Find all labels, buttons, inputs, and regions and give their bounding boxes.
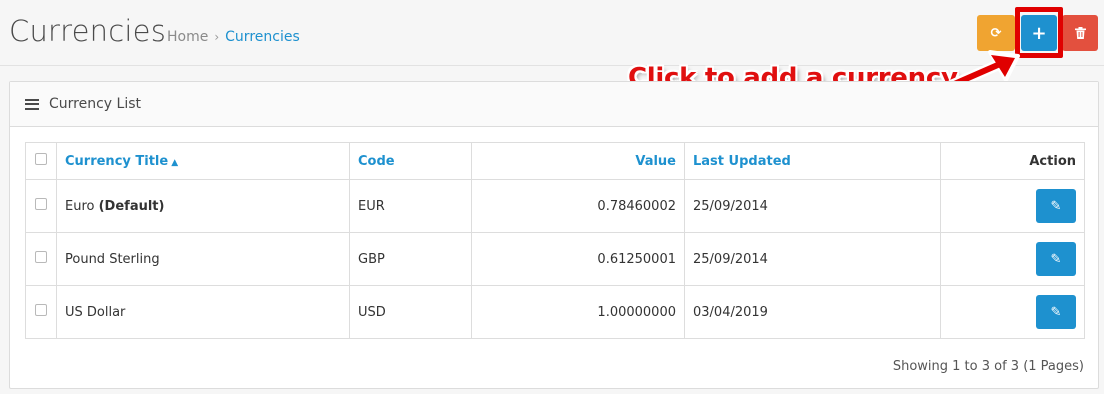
cell-title: Pound Sterling bbox=[56, 232, 350, 286]
select-all-checkbox[interactable] bbox=[35, 153, 47, 165]
currency-table: Currency Title ▲ Code Value Last Updated … bbox=[25, 142, 1085, 339]
highlight-box bbox=[1015, 7, 1063, 58]
header-title-label: Currency Title bbox=[65, 153, 169, 169]
currency-list-panel: Currency List Currency Title ▲ Code Value… bbox=[9, 81, 1099, 389]
table-row: Euro (Default) EUR 0.78460002 25/09/2014… bbox=[25, 179, 1085, 233]
cell-value: 0.78460002 bbox=[471, 179, 685, 233]
table-header-row: Currency Title ▲ Code Value Last Updated … bbox=[25, 142, 1085, 180]
pagination-results: Showing 1 to 3 of 3 (1 Pages) bbox=[892, 359, 1084, 374]
cell-last-updated: 25/09/2014 bbox=[684, 232, 941, 286]
breadcrumb-separator: › bbox=[214, 30, 220, 44]
edit-button[interactable]: ✎ bbox=[1036, 242, 1076, 276]
currency-title: Euro bbox=[65, 198, 95, 214]
cell-last-updated: 25/09/2014 bbox=[684, 179, 941, 233]
panel-heading: Currency List bbox=[10, 82, 1098, 127]
cell-title: Euro (Default) bbox=[56, 179, 350, 233]
breadcrumb-current[interactable]: Currencies bbox=[225, 29, 300, 45]
cell-code: EUR bbox=[349, 179, 472, 233]
cell-action: ✎ bbox=[940, 232, 1085, 286]
breadcrumb-home[interactable]: Home bbox=[167, 29, 208, 45]
cell-code: USD bbox=[349, 285, 472, 339]
edit-button[interactable]: ✎ bbox=[1036, 295, 1076, 329]
cell-title: US Dollar bbox=[56, 285, 350, 339]
pencil-icon: ✎ bbox=[1050, 304, 1062, 320]
cell-action: ✎ bbox=[940, 285, 1085, 339]
row-checkbox[interactable] bbox=[35, 198, 47, 210]
row-select-cell bbox=[25, 232, 57, 286]
cell-value: 1.00000000 bbox=[471, 285, 685, 339]
refresh-icon: ⟳ bbox=[990, 25, 1002, 41]
cell-action: ✎ bbox=[940, 179, 1085, 233]
page-header: Currencies Home › Currencies ⟳ + bbox=[0, 0, 1104, 66]
pencil-icon: ✎ bbox=[1050, 251, 1062, 267]
header-last-updated[interactable]: Last Updated bbox=[684, 142, 941, 180]
cell-value: 0.61250001 bbox=[471, 232, 685, 286]
row-checkbox[interactable] bbox=[35, 304, 47, 316]
row-select-cell bbox=[25, 179, 57, 233]
edit-button[interactable]: ✎ bbox=[1036, 189, 1076, 223]
currency-title: Pound Sterling bbox=[65, 251, 160, 267]
default-label: (Default) bbox=[98, 198, 165, 214]
row-select-cell bbox=[25, 285, 57, 339]
table-row: US Dollar USD 1.00000000 03/04/2019 ✎ bbox=[25, 285, 1085, 339]
breadcrumb: Home › Currencies bbox=[167, 29, 300, 45]
header-action: Action bbox=[940, 142, 1085, 180]
refresh-button[interactable]: ⟳ bbox=[977, 15, 1015, 51]
trash-icon bbox=[1074, 27, 1086, 39]
delete-button[interactable] bbox=[1062, 15, 1098, 51]
row-checkbox[interactable] bbox=[35, 251, 47, 263]
header-code[interactable]: Code bbox=[349, 142, 472, 180]
pencil-icon: ✎ bbox=[1050, 198, 1062, 214]
cell-code: GBP bbox=[349, 232, 472, 286]
cell-last-updated: 03/04/2019 bbox=[684, 285, 941, 339]
select-all-cell bbox=[25, 142, 57, 180]
table-row: Pound Sterling GBP 0.61250001 25/09/2014… bbox=[25, 232, 1085, 286]
page-title: Currencies bbox=[9, 14, 167, 48]
sort-asc-icon: ▲ bbox=[171, 157, 179, 168]
header-currency-title[interactable]: Currency Title ▲ bbox=[56, 142, 350, 180]
list-icon bbox=[25, 98, 39, 110]
panel-title: Currency List bbox=[49, 96, 141, 112]
header-value[interactable]: Value bbox=[471, 142, 685, 180]
currency-title: US Dollar bbox=[65, 304, 126, 320]
